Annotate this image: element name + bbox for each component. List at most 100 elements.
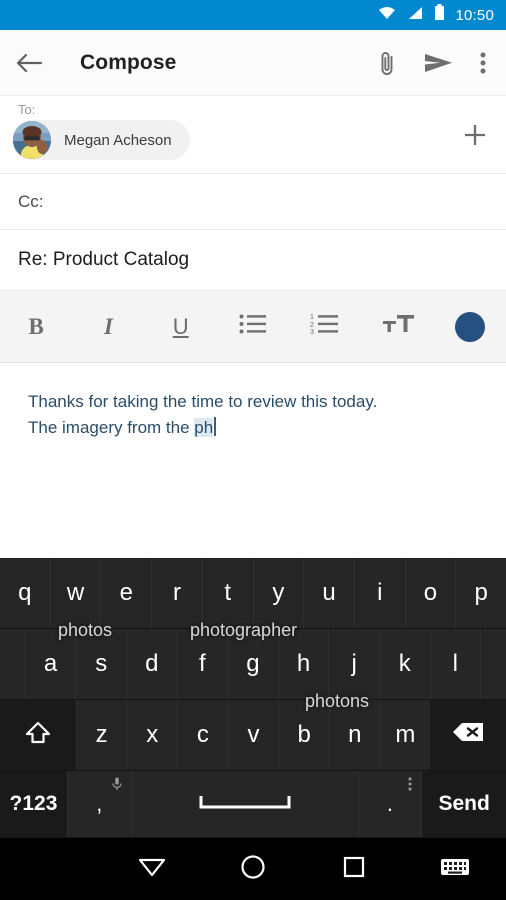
compose-email-screen: 10:50 Compose (0, 0, 506, 900)
body-line-2-text: The imagery from the (28, 418, 194, 437)
key-h-label: h (297, 650, 310, 678)
app-bar-actions (376, 49, 490, 77)
key-u-label: u (322, 579, 335, 607)
key-d-label: d (145, 650, 158, 678)
recipient-chip[interactable]: Megan Acheson (12, 120, 190, 160)
keyboard-suggestion[interactable]: photons (305, 691, 369, 848)
add-recipient-plus-icon[interactable] (462, 122, 488, 153)
text-color-button[interactable] (434, 291, 506, 362)
underline-button[interactable]: U (145, 291, 217, 362)
key-a-label: a (44, 650, 57, 678)
text-size-button[interactable] (361, 291, 433, 362)
back-hide-keyboard-button[interactable] (101, 855, 202, 884)
to-label: To: (18, 102, 35, 117)
switch-keyboard-button[interactable] (405, 856, 506, 883)
shift-up-arrow-icon (22, 717, 54, 754)
status-bar-clock: 10:50 (455, 7, 494, 24)
key-d[interactable]: d (127, 629, 178, 700)
overflow-dots-icon (408, 777, 412, 794)
key-t-label: t (224, 579, 231, 607)
keyboard-suggestion[interactable]: photos (58, 620, 112, 848)
subject-field-row[interactable]: Re: Product Catalog (0, 230, 506, 291)
key-r[interactable]: r (152, 558, 203, 629)
cellular-signal-icon (407, 5, 424, 26)
row2-right-pad (481, 629, 506, 700)
key-y-label: y (272, 579, 284, 607)
italic-button[interactable]: I (72, 291, 144, 362)
status-bar: 10:50 (0, 0, 506, 30)
keyboard-suggestion[interactable]: photographer (190, 620, 297, 848)
backspace-key[interactable] (430, 700, 506, 771)
cc-field-row[interactable]: Cc: (0, 174, 506, 230)
overflow-menu-icon[interactable] (480, 51, 486, 75)
formatting-toolbar: B I U 1 2 3 (0, 291, 506, 363)
key-q[interactable]: q (0, 558, 51, 629)
key-i[interactable]: i (355, 558, 406, 629)
body-line-1: Thanks for taking the time to review thi… (28, 389, 478, 415)
square-icon (341, 854, 367, 885)
key-l-label: l (453, 650, 458, 678)
on-screen-keyboard: qwertyuiopphotographerphotos asdfghjklph… (0, 558, 506, 838)
bold-button[interactable]: B (0, 291, 72, 362)
svg-text:1: 1 (310, 314, 314, 321)
backspace-delete-icon (451, 720, 485, 751)
keyboard-icon (440, 856, 470, 883)
avatar (13, 121, 51, 159)
key-j-label: j (351, 650, 356, 678)
subject-input[interactable]: Re: Product Catalog (18, 249, 189, 271)
recents-button[interactable] (304, 854, 405, 885)
key-x-label: x (146, 721, 158, 749)
svg-text:3: 3 (310, 329, 314, 335)
key-q-label: q (18, 579, 31, 607)
cc-label: Cc: (18, 192, 44, 212)
composing-word: ph (194, 418, 213, 437)
bulleted-list-button[interactable] (217, 291, 289, 362)
back-arrow-icon[interactable] (16, 52, 62, 74)
send-key[interactable]: Send (422, 771, 506, 838)
key-k-label: k (399, 650, 411, 678)
key-l[interactable]: l (431, 629, 482, 700)
home-button[interactable] (202, 853, 303, 886)
text-cursor (214, 417, 216, 436)
key-m-label: m (395, 721, 415, 749)
key-w-label: w (67, 579, 84, 607)
app-bar: Compose (0, 30, 506, 96)
bold-label: B (28, 314, 43, 340)
key-w[interactable]: w (51, 558, 102, 629)
row2-left-pad (0, 629, 26, 700)
wifi-icon (377, 5, 397, 26)
key-t[interactable]: t (203, 558, 254, 629)
italic-label: I (104, 314, 113, 340)
key-x[interactable]: x (127, 700, 178, 771)
key-u[interactable]: u (304, 558, 355, 629)
key-m[interactable]: m (381, 700, 431, 771)
key-r-label: r (173, 579, 181, 607)
down-triangle-icon (137, 855, 167, 884)
text-size-icon (382, 312, 414, 341)
recipient-name: Megan Acheson (64, 132, 172, 149)
body-line-2: The imagery from the ph (28, 415, 478, 441)
key-p-label: p (475, 579, 488, 607)
send-icon[interactable] (424, 51, 454, 75)
key-j[interactable]: j (329, 629, 380, 700)
svg-text:2: 2 (310, 322, 314, 329)
attachment-paperclip-icon[interactable] (376, 49, 398, 77)
email-body-editor[interactable]: Thanks for taking the time to review thi… (0, 363, 506, 538)
numbered-list-button[interactable]: 1 2 3 (289, 291, 361, 362)
key-y[interactable]: y (254, 558, 305, 629)
key-e[interactable]: e (101, 558, 152, 629)
period-label: . (387, 791, 393, 817)
key-k[interactable]: k (380, 629, 431, 700)
bulleted-list-icon (239, 313, 267, 340)
page-title: Compose (80, 51, 376, 75)
underline-label: U (173, 314, 189, 340)
key-p[interactable]: p (456, 558, 506, 629)
battery-icon (434, 4, 445, 26)
key-e-label: e (120, 579, 133, 607)
to-field-row[interactable]: To: Megan Acheson (0, 96, 506, 174)
key-o[interactable]: o (406, 558, 457, 629)
microphone-icon (112, 777, 122, 794)
key-i-label: i (377, 579, 382, 607)
circle-icon (239, 853, 267, 886)
numbered-list-icon: 1 2 3 (310, 313, 340, 340)
